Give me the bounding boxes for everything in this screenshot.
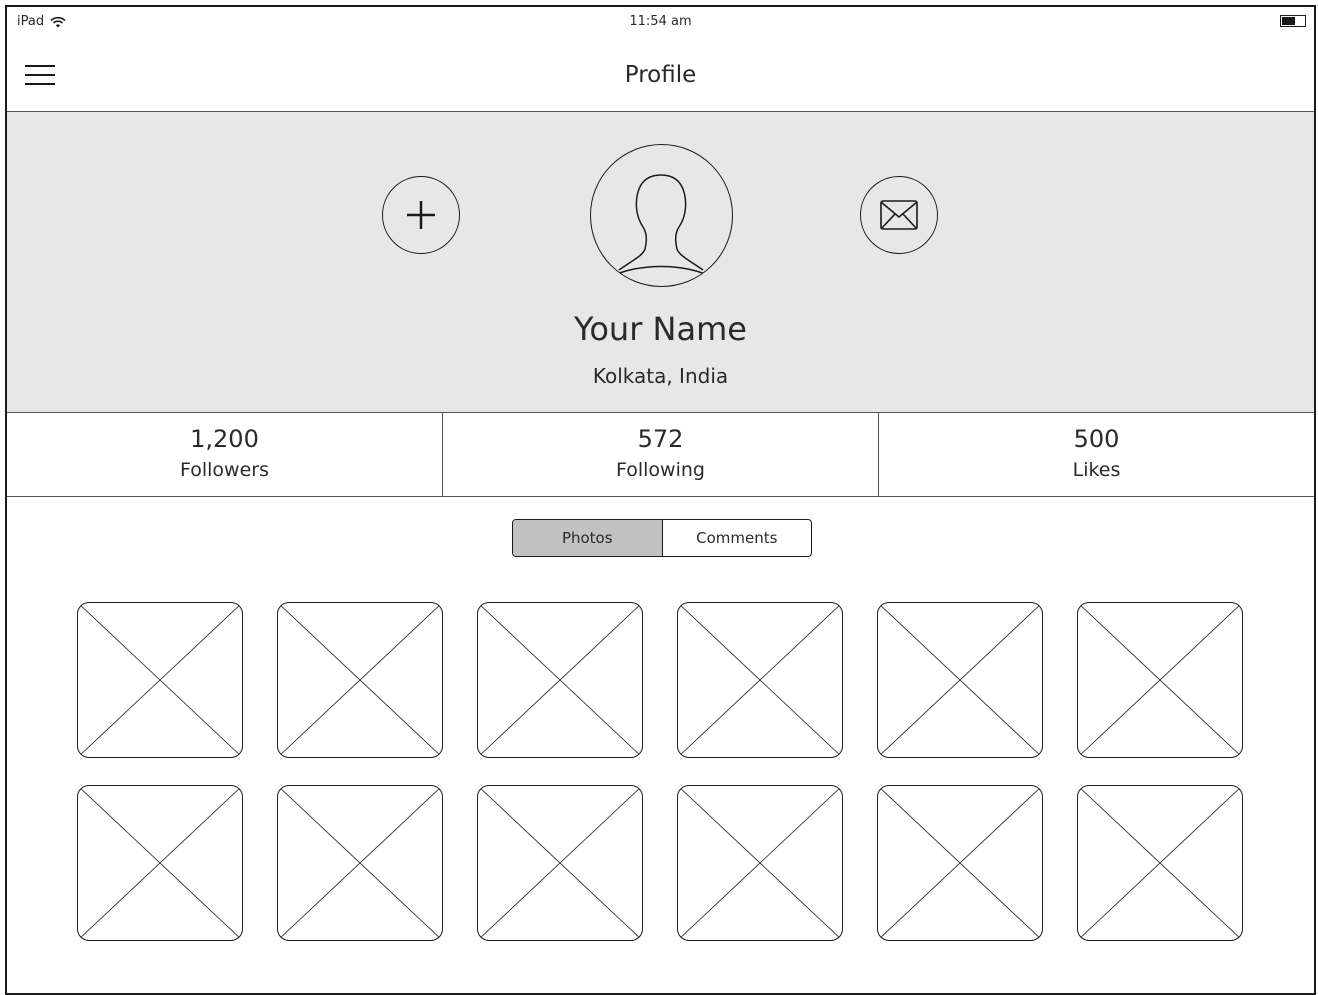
stat-likes[interactable]: 500 Likes [878, 413, 1314, 496]
user-avatar-icon [590, 144, 733, 287]
battery-level [1282, 17, 1296, 25]
photo-thumbnail[interactable] [677, 785, 843, 941]
photo-thumbnail[interactable] [877, 602, 1043, 758]
image-placeholder-icon [478, 603, 642, 757]
stats-row: 1,200 Followers 572 Following 500 Likes [7, 413, 1314, 497]
tab-photos[interactable]: Photos [513, 520, 663, 556]
profile-header: Your Name Kolkata, India [7, 112, 1314, 413]
profile-name: Your Name [574, 310, 747, 348]
envelope-icon [880, 200, 918, 230]
photo-thumbnail[interactable] [277, 602, 443, 758]
photo-thumbnail[interactable] [77, 785, 243, 941]
message-button[interactable] [860, 176, 938, 254]
photo-thumbnail[interactable] [477, 602, 643, 758]
photo-thumbnail[interactable] [277, 785, 443, 941]
content-tabs: Photos Comments [512, 519, 812, 557]
image-placeholder-icon [678, 603, 842, 757]
image-placeholder-icon [878, 603, 1042, 757]
add-friend-button[interactable] [382, 176, 460, 254]
photo-thumbnail[interactable] [77, 602, 243, 758]
page-title: Profile [624, 62, 697, 88]
stat-value: 500 [1073, 425, 1120, 453]
photo-thumbnail[interactable] [877, 785, 1043, 941]
status-bar: iPad 11:54 am [7, 7, 1314, 39]
photo-thumbnail[interactable] [1077, 602, 1243, 758]
image-placeholder-icon [1078, 786, 1242, 940]
status-time: 11:54 am [629, 14, 692, 29]
stat-value: 1,200 [190, 425, 259, 453]
stat-following[interactable]: 572 Following [442, 413, 878, 496]
image-placeholder-icon [78, 786, 242, 940]
image-placeholder-icon [878, 786, 1042, 940]
nav-bar: Profile [7, 39, 1314, 112]
stat-followers[interactable]: 1,200 Followers [7, 413, 442, 496]
tab-comments[interactable]: Comments [663, 520, 812, 556]
photo-thumbnail[interactable] [477, 785, 643, 941]
photo-thumbnail[interactable] [677, 602, 843, 758]
image-placeholder-icon [678, 786, 842, 940]
image-placeholder-icon [278, 786, 442, 940]
photo-grid [77, 602, 1243, 941]
ipad-frame: iPad 11:54 am Profile Your Name Kolkata,… [5, 5, 1316, 995]
plus-icon [407, 201, 435, 229]
image-placeholder-icon [278, 603, 442, 757]
image-placeholder-icon [1078, 603, 1242, 757]
stat-label: Likes [1072, 459, 1121, 481]
stat-value: 572 [637, 425, 684, 453]
profile-location: Kolkata, India [592, 364, 729, 388]
battery-icon [1280, 15, 1306, 27]
image-placeholder-icon [478, 786, 642, 940]
photo-thumbnail[interactable] [1077, 785, 1243, 941]
stat-label: Following [616, 459, 705, 481]
image-placeholder-icon [78, 603, 242, 757]
stat-label: Followers [180, 459, 269, 481]
